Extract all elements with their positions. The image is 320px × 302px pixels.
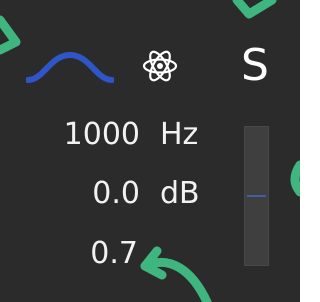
solo-button[interactable]: S	[240, 38, 270, 94]
gain-slider-marker	[247, 195, 266, 197]
gain-value[interactable]: 0.0	[86, 176, 140, 212]
frequency-value[interactable]: 1000	[58, 117, 140, 153]
gain-unit: dB	[160, 176, 200, 211]
q-value[interactable]: 0.7	[88, 236, 138, 272]
atom-icon[interactable]	[140, 46, 180, 86]
frequency-unit: Hz	[160, 117, 199, 152]
gain-slider[interactable]	[244, 126, 269, 266]
filter-band-panel: S 1000 Hz 0.0 dB 0.7	[0, 0, 300, 302]
bell-curve-icon[interactable]	[26, 50, 114, 88]
